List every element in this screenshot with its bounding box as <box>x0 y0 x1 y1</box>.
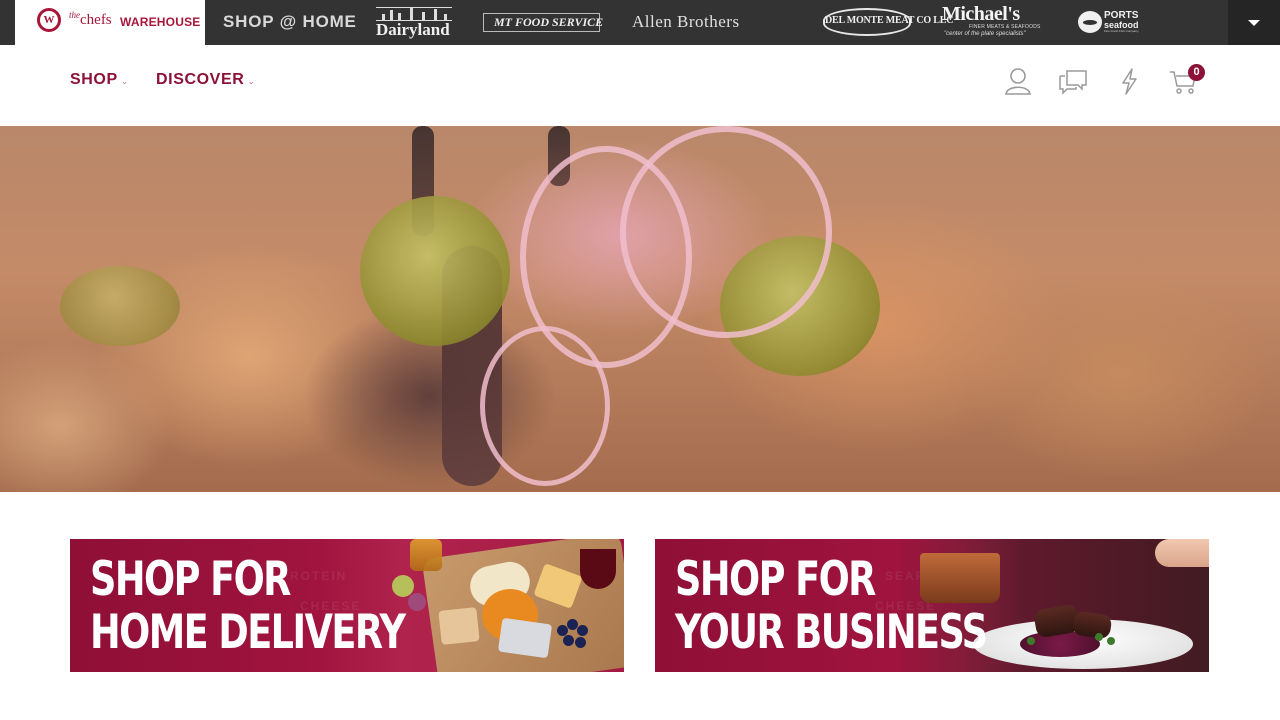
home-delivery-text: SHOP FOR HOME DELIVERY <box>90 552 406 660</box>
nav-discover[interactable]: DISCOVER ⌄ <box>156 71 256 89</box>
olive-slice <box>60 266 180 346</box>
blue-cheese <box>497 617 553 659</box>
chevron-down-icon: ⌄ <box>120 76 129 86</box>
shop-at-home-link[interactable]: SHOP @ HOME <box>223 12 357 32</box>
mt-food-service-logo[interactable]: MT FOOD SERVICE <box>483 13 603 32</box>
nav-shop-label: SHOP <box>70 71 118 88</box>
pickled-onion <box>480 326 610 486</box>
honey-jar <box>410 539 442 571</box>
logo-the: the <box>69 10 80 20</box>
home-delivery-line2: HOME DELIVERY <box>90 605 406 660</box>
your-business-text: SHOP FOR YOUR BUSINESS <box>675 552 988 660</box>
logo-chefs: chefs <box>80 12 112 28</box>
your-business-line1: SHOP FOR <box>675 552 876 607</box>
crackers <box>438 607 480 645</box>
home-delivery-line1: SHOP FOR <box>90 552 291 607</box>
nav-discover-label: DISCOVER <box>156 71 245 88</box>
caret-down-icon <box>1248 20 1260 26</box>
chefs-warehouse-logo[interactable]: W the chefs WAREHOUSE <box>15 0 205 45</box>
garnish <box>1027 637 1035 645</box>
shop-your-business-banner[interactable]: SEAFOOD CHEESE SHOP FOR YOUR BUSINESS <box>655 539 1209 672</box>
del-monte-logo[interactable]: DEL MONTE MEAT CO LLC <box>823 8 953 36</box>
garnish <box>1095 633 1103 641</box>
cart-count-badge: 0 <box>1188 64 1205 81</box>
pickled-onion <box>620 126 832 338</box>
grapes <box>408 593 426 611</box>
quick-order-icon[interactable] <box>1115 65 1145 97</box>
chef-hand <box>1155 539 1209 567</box>
hero-image <box>0 126 1280 492</box>
nav-shop[interactable]: SHOP ⌄ <box>70 71 129 89</box>
wine-glass <box>580 549 616 589</box>
logo-warehouse: WAREHOUSE <box>120 15 201 29</box>
shop-home-delivery-banner[interactable]: PROTEIN CHEESE SHOP FOR HOME DELIVERY <box>70 539 624 672</box>
account-icon[interactable] <box>1003 65 1033 97</box>
main-nav: SHOP ⌄ DISCOVER ⌄ <box>0 45 1280 126</box>
your-business-line2: YOUR BUSINESS <box>675 605 988 660</box>
chefs-warehouse-mark: W <box>37 8 61 32</box>
ports-seafood-logo[interactable]: PORTS seafood Fine Fresh Fish Company <box>1078 10 1139 36</box>
blueberries <box>557 619 593 655</box>
michaels-logo[interactable]: Michael's FINER MEATS & SEAFOODS "center… <box>942 3 1052 41</box>
brand-bar: W the chefs WAREHOUSE SHOP @ HOME Dairyl… <box>0 0 1280 45</box>
brand-menu-toggle[interactable] <box>1228 0 1280 45</box>
chevron-down-icon: ⌄ <box>247 76 256 86</box>
chat-icon[interactable] <box>1058 65 1088 97</box>
allen-brothers-logo[interactable]: Allen Brothers <box>632 12 740 32</box>
garnish <box>1107 637 1115 645</box>
fish-icon <box>1078 11 1102 33</box>
dairyland-logo[interactable]: Dairyland <box>376 5 452 39</box>
olive-slice <box>360 196 510 346</box>
dairyland-skyline <box>376 7 452 21</box>
